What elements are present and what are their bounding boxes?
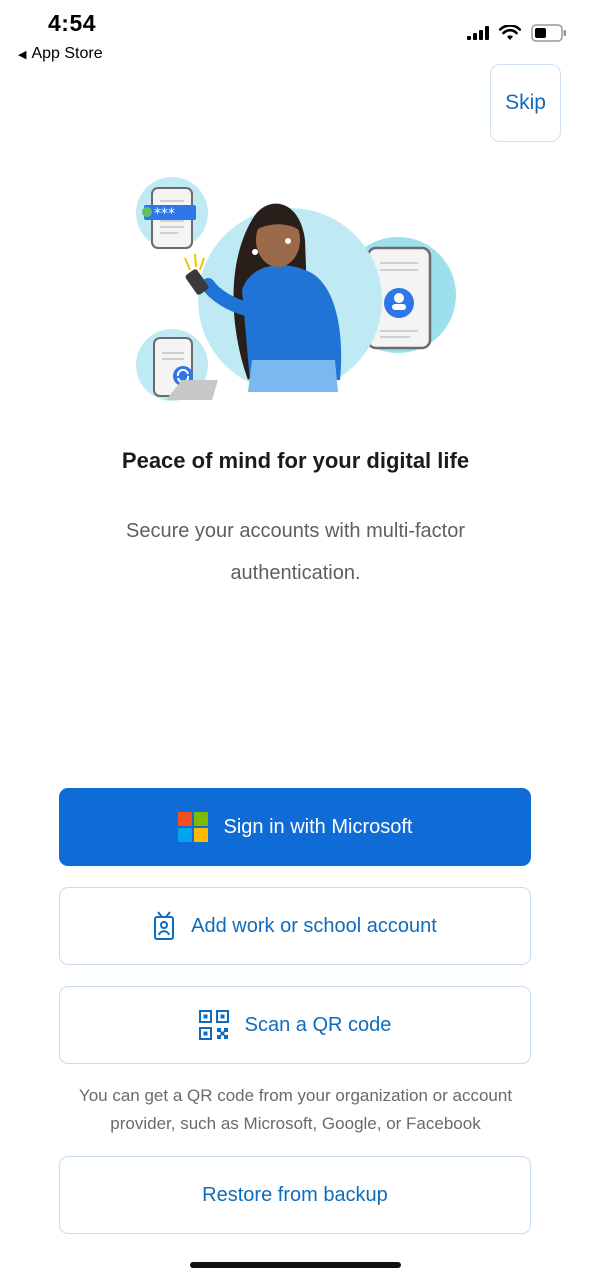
skip-button[interactable]: Skip bbox=[490, 64, 561, 142]
back-app-label: App Store bbox=[31, 45, 103, 62]
battery-icon bbox=[531, 24, 566, 42]
add-work-school-account-button[interactable]: Add work or school account bbox=[59, 887, 531, 965]
restore-label: Restore from backup bbox=[202, 1183, 388, 1206]
wifi-icon bbox=[499, 25, 521, 40]
sign-in-microsoft-button[interactable]: Sign in with Microsoft bbox=[59, 788, 531, 866]
status-time: 4:54 bbox=[48, 10, 97, 36]
add-account-label: Add work or school account bbox=[191, 914, 437, 937]
status-icons bbox=[467, 24, 567, 42]
sign-in-label: Sign in with Microsoft bbox=[223, 815, 413, 838]
page-title: Peace of mind for your digital life bbox=[121, 448, 470, 473]
id-badge-icon bbox=[153, 911, 175, 941]
signal-icon bbox=[467, 26, 489, 40]
svg-text:***: *** bbox=[154, 206, 175, 222]
status-bar: 4:54 ◀ App Store bbox=[0, 0, 591, 70]
qr-code-icon bbox=[198, 1010, 229, 1040]
home-indicator[interactable] bbox=[190, 1262, 401, 1268]
scan-qr-code-button[interactable]: Scan a QR code bbox=[59, 986, 531, 1064]
hero-illustration: *** bbox=[136, 177, 456, 401]
scan-qr-label: Scan a QR code bbox=[244, 1013, 392, 1036]
qr-helper-text: You can get a QR code from your organiza… bbox=[78, 1086, 513, 1133]
microsoft-logo-icon bbox=[177, 812, 208, 842]
back-arrow-icon: ◀ bbox=[18, 48, 27, 61]
page-subtitle: Secure your accounts with multi-factor a… bbox=[125, 520, 466, 584]
back-to-app-store[interactable]: ◀ App Store bbox=[18, 45, 103, 63]
restore-from-backup-button[interactable]: Restore from backup bbox=[59, 1156, 531, 1234]
